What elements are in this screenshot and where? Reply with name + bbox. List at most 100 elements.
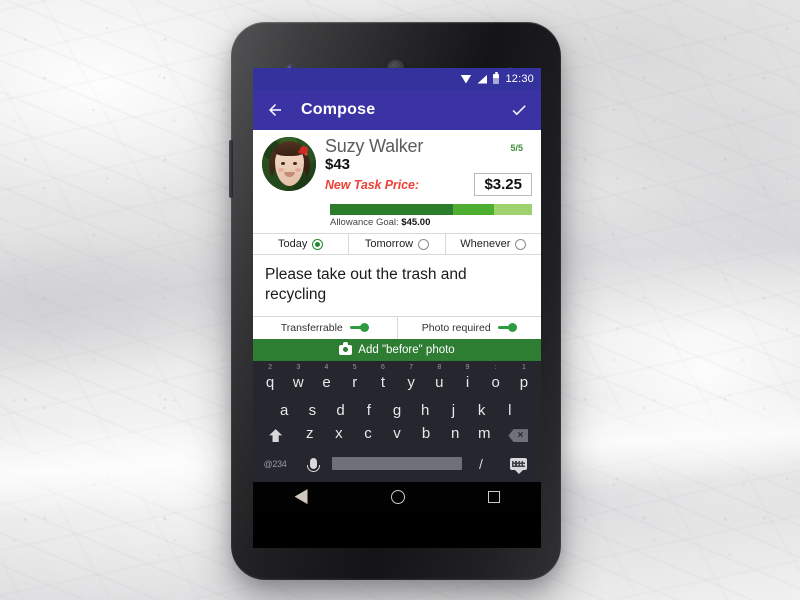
nav-back-icon[interactable] bbox=[294, 489, 308, 505]
schedule-options: Today Tomorrow Whenever bbox=[253, 233, 541, 256]
key-k[interactable]: k bbox=[468, 391, 496, 424]
key-label: r bbox=[352, 374, 358, 392]
key-label: q bbox=[265, 374, 275, 392]
nav-home-icon[interactable] bbox=[390, 489, 405, 504]
phone-bottom-bezel bbox=[231, 548, 561, 580]
key-label: h bbox=[421, 402, 430, 420]
key-c[interactable]: c bbox=[353, 425, 382, 447]
key-superscript: 8 bbox=[437, 364, 442, 372]
key-superscript: 2 bbox=[268, 364, 273, 372]
schedule-option-tomorrow[interactable]: Tomorrow bbox=[348, 234, 444, 255]
shift-icon bbox=[269, 429, 283, 443]
radio-button-icon[interactable] bbox=[418, 238, 430, 250]
keyboard-row-1: 2 q 3 w 4 e 5 r 6 t 7 y 8 u 9 i: o 1 p bbox=[256, 364, 538, 394]
key-z[interactable]: z bbox=[295, 425, 324, 447]
key-l[interactable]: l bbox=[496, 391, 524, 424]
toggle-switch-icon[interactable] bbox=[497, 323, 517, 333]
key-label: n bbox=[451, 424, 460, 442]
new-task-price-label: New Task Price: bbox=[325, 177, 419, 192]
progress-segment-earned bbox=[330, 204, 454, 216]
battery-icon bbox=[493, 72, 500, 84]
allowance-goal-label: Allowance Goal: bbox=[330, 217, 399, 229]
user-balance: $43 bbox=[325, 155, 351, 173]
keyboard-row-2: as d f g hjkl bbox=[256, 394, 538, 422]
add-before-photo-label: Add "before" photo bbox=[358, 343, 455, 356]
phone-device: 12:30 Compose 5/5 Suzy Walker $43 New Ta… bbox=[229, 22, 561, 580]
keyboard-hide-key[interactable] bbox=[500, 450, 538, 478]
key-h[interactable]: h bbox=[411, 391, 439, 424]
schedule-option-label: Tomorrow bbox=[364, 238, 414, 251]
key-m[interactable]: m bbox=[470, 425, 499, 447]
key-f[interactable]: f bbox=[355, 391, 383, 424]
key-a[interactable]: a bbox=[270, 391, 298, 424]
key-n[interactable]: n bbox=[441, 425, 470, 447]
key-label: s bbox=[308, 402, 317, 420]
backspace-icon: × bbox=[508, 429, 529, 443]
new-task-price-input[interactable]: $3.25 bbox=[474, 173, 532, 197]
key-v[interactable]: v bbox=[382, 425, 411, 447]
space-key[interactable] bbox=[332, 457, 462, 471]
flower-icon bbox=[300, 146, 308, 154]
shift-key[interactable] bbox=[256, 422, 295, 450]
key-b[interactable]: b bbox=[412, 425, 441, 447]
status-clock: 12:30 bbox=[505, 73, 534, 85]
key-superscript: 4 bbox=[324, 364, 329, 372]
arrow-back-icon[interactable] bbox=[266, 101, 284, 119]
key-label: b bbox=[421, 424, 431, 442]
key-label: m bbox=[478, 424, 491, 442]
key-superscript: 3 bbox=[296, 364, 301, 372]
user-name: Suzy Walker bbox=[325, 136, 424, 156]
phone-screen: 12:30 Compose 5/5 Suzy Walker $43 New Ta… bbox=[253, 68, 541, 548]
symbols-key[interactable]: @234 bbox=[256, 450, 294, 478]
key-superscript: 9 bbox=[465, 364, 470, 372]
key-label: i bbox=[465, 374, 470, 392]
key-superscript: 1 bbox=[521, 364, 526, 372]
key-label: g bbox=[392, 402, 402, 420]
page-title: Compose bbox=[301, 101, 376, 118]
radio-button-icon[interactable] bbox=[515, 238, 527, 250]
key-label: d bbox=[336, 402, 345, 420]
key-label: l bbox=[508, 402, 512, 420]
avatar[interactable] bbox=[262, 137, 316, 191]
key-label: w bbox=[292, 374, 304, 392]
toggle-label: Transferrable bbox=[280, 321, 343, 334]
user-hero: 5/5 Suzy Walker $43 New Task Price: $3.2… bbox=[253, 130, 541, 200]
schedule-option-today[interactable]: Today bbox=[253, 234, 348, 254]
allowance-goal: Allowance Goal: $45.00 bbox=[330, 217, 532, 228]
toggle-switch-icon[interactable] bbox=[349, 323, 369, 333]
toggle-transferrable[interactable]: Transferrable bbox=[253, 317, 397, 339]
allowance-goal-value: $45.00 bbox=[401, 217, 431, 229]
radio-button-icon[interactable] bbox=[312, 238, 324, 250]
nav-recents-icon[interactable] bbox=[487, 490, 500, 503]
wifi-icon bbox=[460, 74, 472, 84]
toggle-photo-required[interactable]: Photo required bbox=[396, 316, 542, 339]
key-label: u bbox=[435, 374, 444, 392]
status-bar: 12:30 bbox=[253, 68, 541, 90]
key-label: t bbox=[380, 374, 385, 392]
key-superscript: 5 bbox=[352, 364, 357, 372]
key-superscript: : bbox=[494, 364, 497, 372]
key-g[interactable]: g bbox=[383, 391, 411, 424]
key-s[interactable]: s bbox=[298, 391, 326, 424]
keyboard-row-3: z x c v b nm × bbox=[256, 422, 538, 450]
slash-key[interactable]: / bbox=[462, 450, 500, 478]
schedule-option-label: Whenever bbox=[460, 238, 511, 251]
volume-button[interactable] bbox=[229, 140, 233, 198]
allowance-progress-bar bbox=[330, 204, 532, 216]
task-text[interactable]: Please take out the trash and recycling bbox=[253, 255, 541, 316]
signal-icon bbox=[477, 74, 488, 84]
task-toggles: Transferrable Photo required bbox=[253, 315, 542, 339]
check-icon[interactable] bbox=[510, 101, 528, 119]
compose-content: 5/5 Suzy Walker $43 New Task Price: $3.2… bbox=[253, 130, 541, 512]
keyboard-row-4: @234 / bbox=[256, 450, 538, 478]
delete-key[interactable]: × bbox=[499, 422, 538, 450]
key-d[interactable]: d bbox=[327, 391, 355, 424]
key-label: x bbox=[335, 424, 343, 442]
key-label: f bbox=[366, 402, 371, 420]
microphone-key[interactable] bbox=[294, 450, 332, 478]
microphone-icon bbox=[306, 458, 320, 473]
key-j[interactable]: j bbox=[439, 391, 467, 424]
schedule-option-whenever[interactable]: Whenever bbox=[444, 234, 541, 255]
key-x[interactable]: x bbox=[324, 425, 353, 447]
add-before-photo-button[interactable]: Add "before" photo bbox=[253, 338, 541, 361]
